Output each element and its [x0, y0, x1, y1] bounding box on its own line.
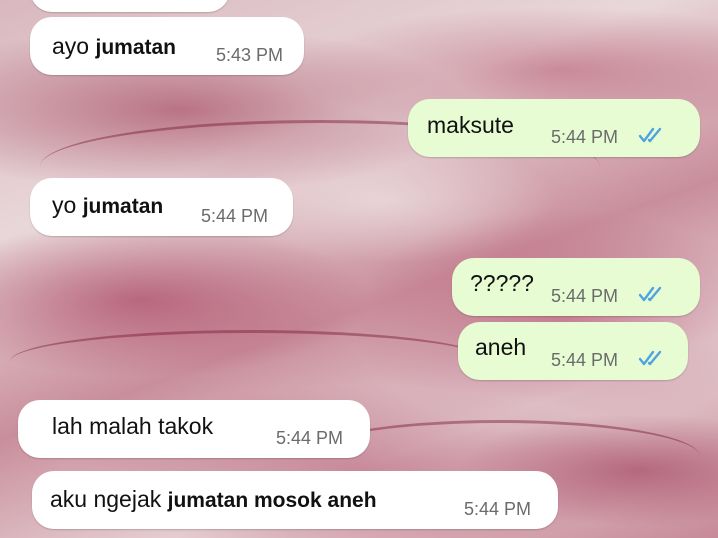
wallpaper-texture — [10, 330, 490, 393]
message-text: maksute — [427, 112, 514, 138]
message-timestamp: 5:44 PM — [201, 206, 269, 226]
double-check-icon — [638, 350, 662, 366]
message-timestamp: 5:44 PM — [551, 127, 619, 147]
message-timestamp: 5:44 PM — [551, 286, 619, 306]
message-bubble-outgoing[interactable]: maksute 5:44 PM — [408, 99, 700, 157]
message-text: aneh — [475, 334, 527, 360]
message-text: ayo jumatan — [52, 33, 176, 59]
message-timestamp: 5:44 PM — [551, 350, 619, 370]
message-timestamp: 5:43 PM — [216, 45, 284, 65]
message-bubble-partial — [30, 0, 230, 12]
double-check-icon — [638, 286, 662, 302]
message-timestamp: 5:44 PM — [464, 499, 532, 519]
double-check-icon — [638, 127, 662, 143]
message-bubble-outgoing[interactable]: aneh 5:44 PM — [458, 322, 688, 380]
message-bubble-incoming[interactable]: yo jumatan 5:44 PM — [30, 178, 293, 236]
message-text: aku ngejak jumatan mosok aneh — [50, 486, 377, 512]
message-bubble-incoming[interactable]: ayo jumatan 5:43 PM — [30, 17, 304, 75]
message-bubble-incoming[interactable]: aku ngejak jumatan mosok aneh 5:44 PM — [32, 471, 558, 529]
message-text: ????? — [470, 270, 534, 296]
message-text: yo jumatan — [52, 192, 164, 218]
message-text: lah malah takok — [52, 413, 214, 439]
message-bubble-outgoing[interactable]: ????? 5:44 PM — [452, 258, 700, 316]
message-timestamp: 5:44 PM — [276, 428, 344, 448]
message-bubble-incoming[interactable]: lah malah takok 5:44 PM — [18, 400, 370, 458]
